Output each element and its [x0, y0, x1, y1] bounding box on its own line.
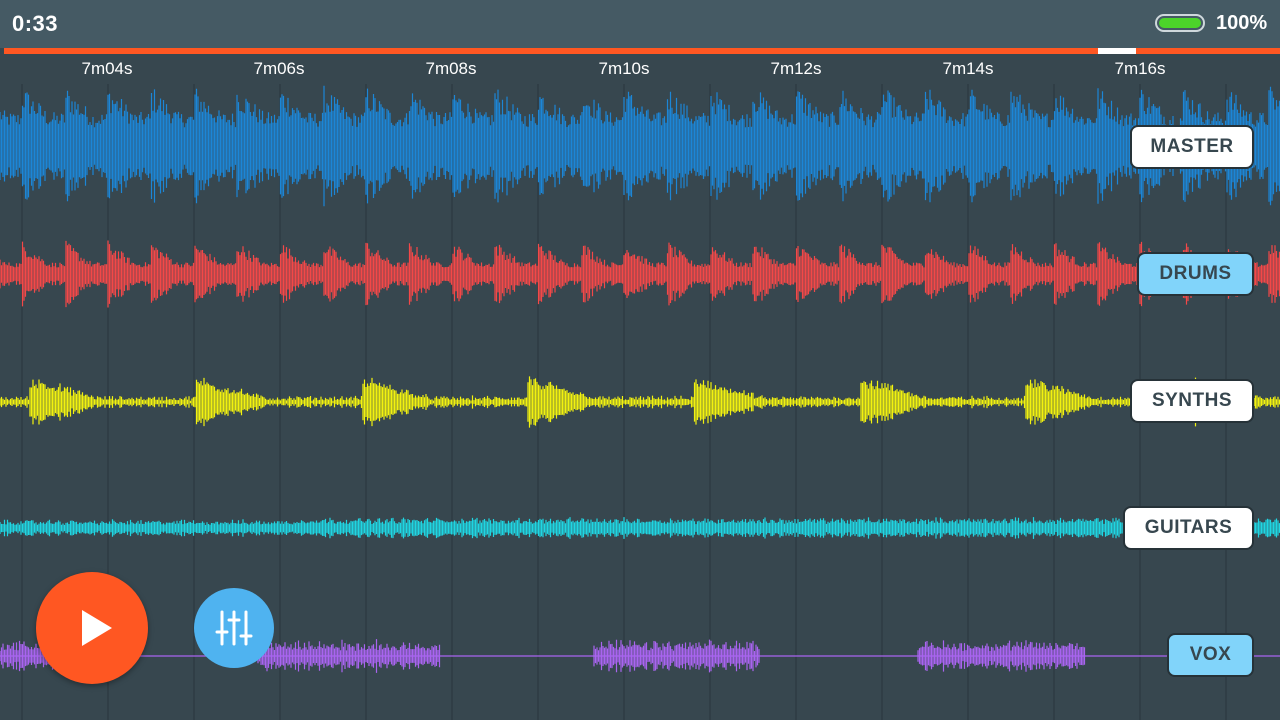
track-button-guitars[interactable]: GUITARS	[1123, 506, 1254, 550]
battery-percent: 100%	[1216, 12, 1268, 34]
drums-waveform	[0, 240, 1280, 308]
track-button-synths[interactable]: SYNTHS	[1130, 379, 1254, 423]
tick-label: 7m12s	[770, 59, 822, 78]
play-button[interactable]	[36, 572, 148, 684]
tick-label: 7m10s	[598, 59, 650, 78]
play-icon	[82, 610, 112, 646]
tick-label: 7m04s	[81, 59, 133, 78]
tick-label: 7m16s	[1114, 59, 1166, 78]
vox-waveform	[0, 639, 1280, 673]
track-button-drums[interactable]: DRUMS	[1137, 252, 1254, 296]
tick-label: 7m08s	[425, 59, 477, 78]
track-button-master[interactable]: MASTER	[1130, 125, 1254, 169]
time-ruler[interactable]: 7m04s 7m06s 7m08s 7m10s 7m12s 7m14s 7m16…	[0, 54, 1280, 84]
tick-label: 7m14s	[942, 59, 994, 78]
clock: 0:33	[12, 11, 59, 36]
synths-waveform	[0, 376, 1280, 428]
status-bar: 0:33 100%	[0, 0, 1280, 48]
master-waveform	[0, 85, 1280, 207]
tick-label: 7m06s	[253, 59, 305, 78]
battery-icon	[1155, 14, 1205, 32]
waveform-area[interactable]	[0, 84, 1280, 720]
waveform-canvas[interactable]	[0, 84, 1280, 720]
mixer-button[interactable]	[194, 588, 274, 668]
track-button-vox[interactable]: VOX	[1167, 633, 1254, 677]
guitars-waveform	[0, 517, 1280, 539]
sliders-icon	[215, 610, 253, 646]
